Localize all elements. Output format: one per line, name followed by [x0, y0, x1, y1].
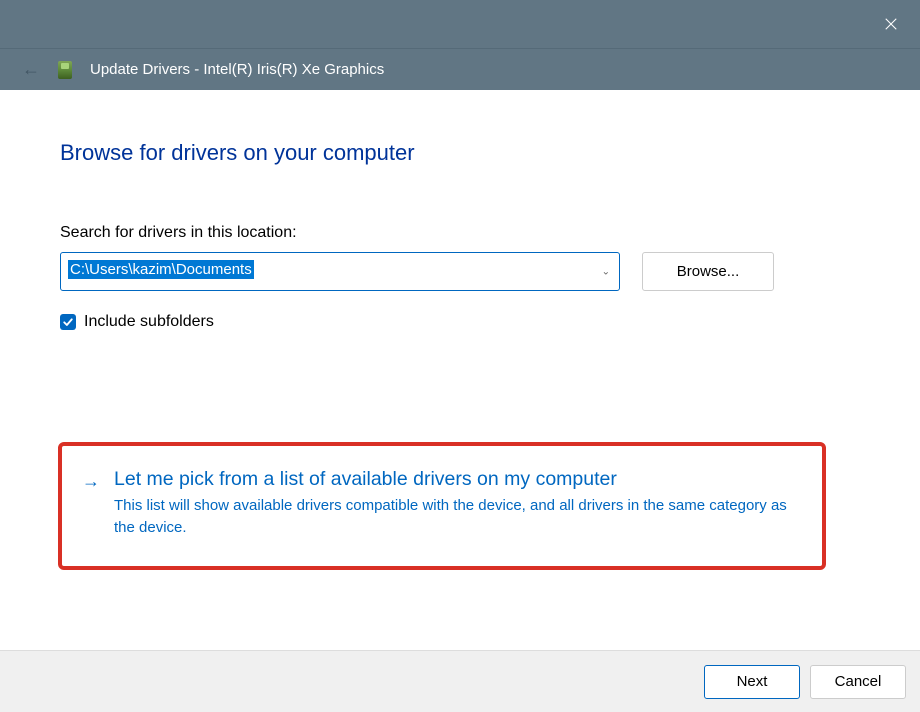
path-row: C:\Users\kazim\Documents ⌄ Browse...	[60, 252, 860, 291]
arrow-right-icon: →	[82, 471, 100, 492]
titlebar-top	[0, 0, 920, 48]
path-input[interactable]	[60, 252, 620, 291]
cancel-button[interactable]: Cancel	[810, 665, 906, 699]
include-subfolders-checkbox[interactable]	[60, 314, 76, 330]
back-arrow-icon[interactable]: ←	[22, 59, 40, 80]
window-title: Update Drivers - Intel(R) Iris(R) Xe Gra…	[90, 61, 384, 78]
footer-bar: Next Cancel	[0, 650, 920, 712]
include-subfolders-row[interactable]: Include subfolders	[60, 313, 860, 331]
path-combobox[interactable]: C:\Users\kazim\Documents ⌄	[60, 252, 620, 291]
close-button[interactable]	[876, 9, 906, 39]
content-area: Browse for drivers on your computer Sear…	[0, 90, 920, 650]
titlebar-second: ← Update Drivers - Intel(R) Iris(R) Xe G…	[0, 48, 920, 90]
pick-from-list-title[interactable]: Let me pick from a list of available dri…	[114, 468, 802, 491]
next-button[interactable]: Next	[704, 665, 800, 699]
page-heading: Browse for drivers on your computer	[60, 140, 860, 166]
device-icon	[58, 61, 72, 79]
include-subfolders-label: Include subfolders	[84, 313, 214, 331]
search-location-label: Search for drivers in this location:	[60, 224, 860, 242]
pick-from-list-option[interactable]: → Let me pick from a list of available d…	[58, 442, 826, 570]
browse-button[interactable]: Browse...	[642, 252, 774, 291]
pick-from-list-description: This list will show available drivers co…	[114, 495, 802, 539]
